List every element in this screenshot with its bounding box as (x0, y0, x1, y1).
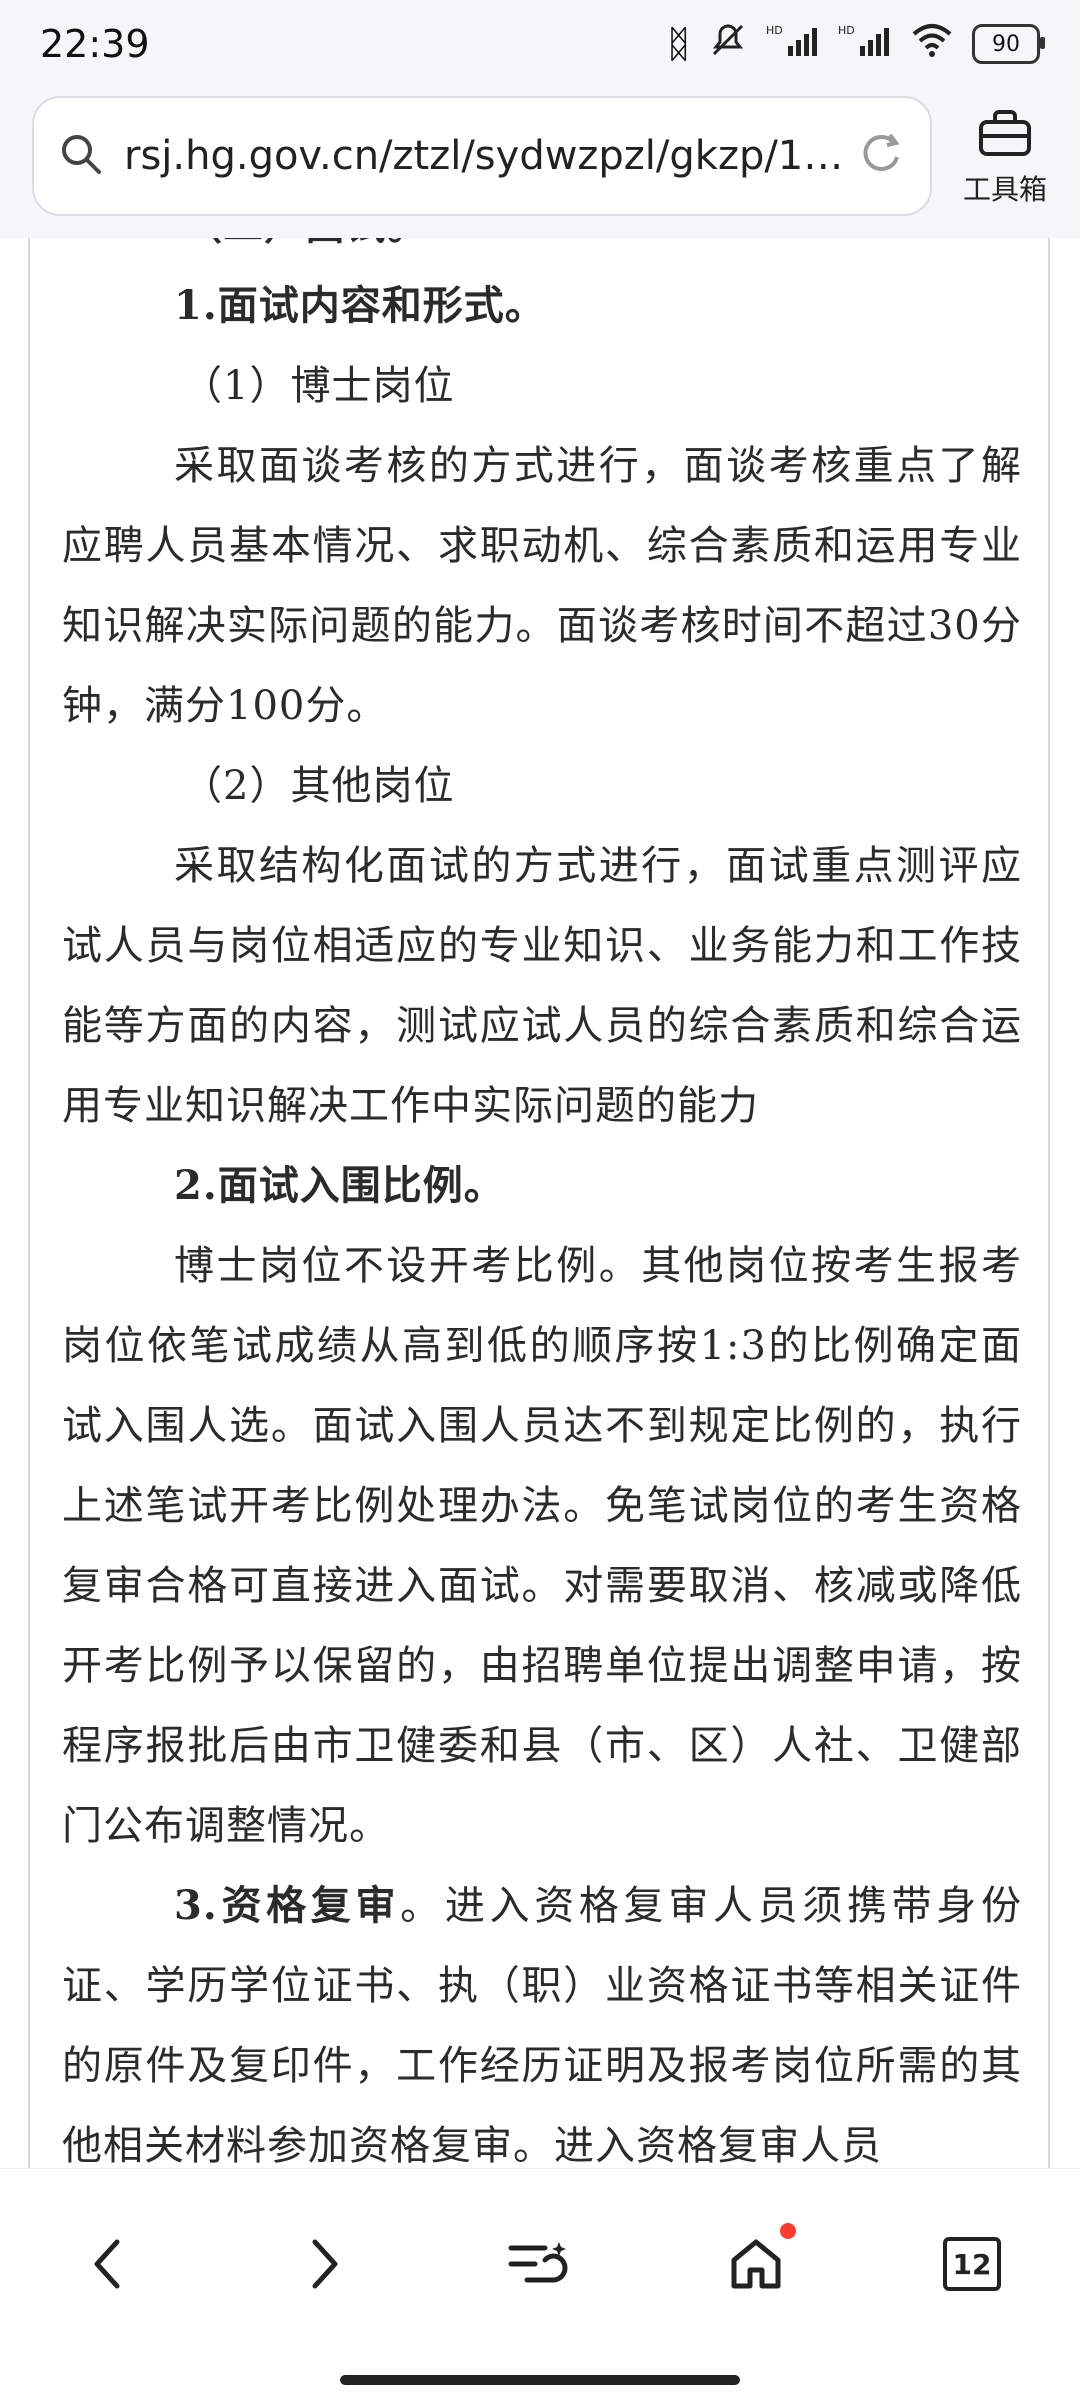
signal-hd-icon: HD (838, 22, 892, 66)
menu-button[interactable] (480, 2209, 600, 2319)
home-icon (731, 2239, 781, 2289)
url-text[interactable]: rsj.hg.gov.cn/ztzl/sydwzpzl/gkzp/1309... (124, 133, 856, 179)
toolbox-label: 工具箱 (962, 173, 1047, 206)
status-time: 22:39 (40, 22, 150, 66)
battery-icon: 90 (972, 24, 1045, 64)
back-button[interactable] (48, 2209, 168, 2319)
tab-count-icon: 12 (943, 2237, 1001, 2291)
mute-icon (708, 20, 748, 69)
refresh-icon[interactable] (856, 129, 906, 183)
web-content[interactable]: （二）面试。 1.面试内容和形式。 （1）博士岗位 采取面谈考核的方式进行，面谈… (28, 238, 1050, 2168)
chevron-right-icon (312, 2239, 338, 2289)
bluetooth-icon: ᛥ (667, 22, 690, 66)
svg-text:HD: HD (838, 24, 855, 37)
chevron-left-icon (94, 2239, 120, 2289)
signal-hd-icon: HD (766, 22, 820, 66)
battery-level: 90 (992, 31, 1020, 57)
search-icon (58, 131, 104, 181)
menu-icon (508, 2242, 568, 2283)
article-body: （二）面试。 1.面试内容和形式。 （1）博士岗位 采取面谈考核的方式进行，面谈… (62, 238, 1022, 2168)
sub1-title: （1）博士岗位 (182, 363, 455, 409)
sub1-body: 采取面谈考核的方式进行，面谈考核重点了解应聘人员基本情况、求职动机、综合素质和运… (62, 443, 1022, 729)
item3-heading: 3.资格复审 (174, 1882, 401, 1929)
notification-dot (780, 2223, 796, 2239)
wifi-icon (910, 22, 954, 67)
sub2-body: 采取结构化面试的方式进行，面试重点测评应试人员与岗位相适应的专业知识、业务能力和… (62, 843, 1022, 1129)
home-button[interactable] (696, 2209, 816, 2319)
section-heading: （二）面试。 (62, 238, 1022, 266)
item2-body: 博士岗位不设开考比例。其他岗位按考生报考岗位依笔试成绩从高到低的顺序按1:3的比… (62, 1243, 1022, 1849)
toolbox-button[interactable]: 工具箱 (950, 98, 1060, 218)
status-bar: 22:39 ᛥ HD HD 90 (0, 0, 1080, 88)
item2-heading: 2.面试入围比例。 (174, 1162, 505, 1209)
svg-text:HD: HD (766, 24, 783, 37)
home-indicator[interactable] (340, 2375, 740, 2385)
item1-heading: 1.面试内容和形式。 (174, 282, 546, 329)
bottom-navigation: 12 (0, 2168, 1080, 2402)
address-bar[interactable]: rsj.hg.gov.cn/ztzl/sydwzpzl/gkzp/1309... (32, 96, 932, 216)
browser-toolbar: rsj.hg.gov.cn/ztzl/sydwzpzl/gkzp/1309...… (0, 88, 1080, 238)
toolbox-icon (977, 108, 1033, 162)
forward-button[interactable] (264, 2209, 384, 2319)
status-icons: ᛥ HD HD 90 (667, 20, 1045, 69)
tabs-button[interactable]: 12 (912, 2209, 1032, 2319)
item3-paragraph: 3.资格复审。进入资格复审人员须携带身份证、学历学位证书、执（职）业资格证书等相… (62, 1866, 1022, 2168)
sub2-title: （2）其他岗位 (182, 763, 455, 809)
